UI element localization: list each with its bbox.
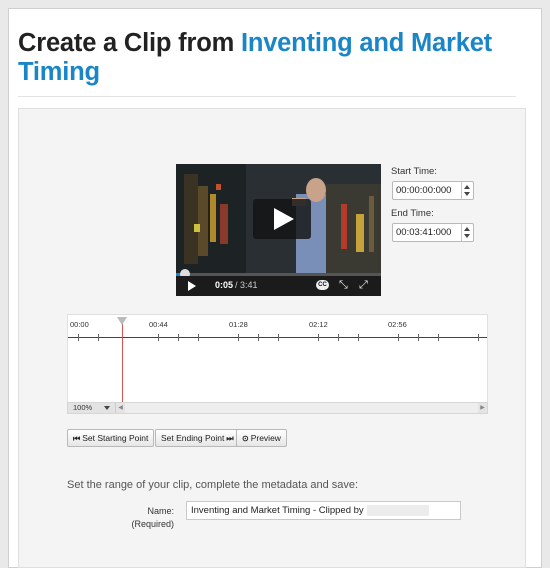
- timeline-tick: [358, 334, 359, 341]
- chevron-down-icon[interactable]: [464, 234, 470, 238]
- timeline-tick-label: 02:56: [388, 320, 407, 329]
- set-ending-point-label: Set Ending Point: [161, 433, 225, 443]
- skip-start-icon: ⏮: [73, 434, 81, 443]
- zoom-value: 100%: [73, 403, 93, 412]
- playhead-handle[interactable]: [117, 317, 127, 325]
- scroll-right-icon[interactable]: ▶: [478, 403, 487, 413]
- zoom-select[interactable]: 100%: [68, 403, 116, 413]
- timeline-tick: [418, 334, 419, 341]
- clip-instructions: Set the range of your clip, complete the…: [67, 479, 359, 491]
- fullscreen-icon[interactable]: ⤢: [359, 279, 368, 291]
- timeline-tick: [478, 334, 479, 341]
- start-time-field[interactable]: [392, 181, 474, 200]
- chevron-down-icon[interactable]: [464, 192, 470, 196]
- skip-end-icon: ⏭: [226, 434, 234, 443]
- timeline-tick: [178, 334, 179, 341]
- timeline-tick: [338, 334, 339, 341]
- end-time-field[interactable]: [392, 223, 474, 242]
- page-title: Create a Clip from Inventing and Market …: [18, 29, 518, 87]
- name-input[interactable]: [187, 502, 369, 519]
- preview-label: Preview: [250, 433, 281, 443]
- title-prefix: Create a Clip from: [18, 29, 241, 57]
- timeline-tick: [98, 334, 99, 341]
- timeline-tick-label: 00:44: [149, 320, 168, 329]
- name-label: Name: (Required): [118, 505, 174, 531]
- set-ending-point-button[interactable]: Set Ending Point ⏭: [155, 429, 240, 447]
- set-starting-point-button[interactable]: ⏮ Set Starting Point: [67, 429, 155, 447]
- chevron-down-icon: [104, 406, 110, 410]
- preview-icon: ⊙: [242, 434, 249, 443]
- name-label-text: Name:: [147, 506, 174, 516]
- clip-timeline[interactable]: 00:00 00:44 01:28 02:12 02:56: [67, 314, 488, 414]
- current-time: 0:05: [215, 280, 234, 290]
- timeline-scrollbar[interactable]: 100% ◀ ▶: [67, 402, 488, 414]
- timeline-tick-label: 01:28: [229, 320, 248, 329]
- chevron-up-icon[interactable]: [464, 227, 470, 231]
- closed-captions-icon[interactable]: CC: [316, 280, 329, 290]
- timeline-tick: [198, 334, 199, 341]
- play-icon[interactable]: [188, 281, 196, 291]
- timeline-tick: [158, 334, 159, 341]
- timeline-tick: [258, 334, 259, 341]
- timeline-tick-label: 02:12: [309, 320, 328, 329]
- start-time-label: Start Time:: [391, 166, 437, 177]
- start-time-input[interactable]: [393, 182, 464, 199]
- timeline-tick: [238, 334, 239, 341]
- end-time-stepper[interactable]: [461, 224, 473, 241]
- shrink-icon[interactable]: ⤡: [339, 279, 348, 291]
- redacted-username: [367, 505, 429, 516]
- timeline-tick-label: 00:00: [70, 320, 89, 329]
- name-field[interactable]: [186, 501, 461, 520]
- playhead-line: [122, 321, 123, 413]
- chevron-up-icon[interactable]: [464, 185, 470, 189]
- required-label: (Required): [131, 519, 174, 529]
- end-time-label: End Time:: [391, 208, 434, 219]
- title-divider: [18, 96, 516, 97]
- set-starting-point-label: Set Starting Point: [82, 433, 149, 443]
- timeline-tick: [78, 334, 79, 341]
- start-time-stepper[interactable]: [461, 182, 473, 199]
- timeline-tick: [318, 334, 319, 341]
- timeline-tick: [398, 334, 399, 341]
- timeline-tick: [278, 334, 279, 341]
- scroll-left-icon[interactable]: ◀: [116, 403, 125, 413]
- preview-button[interactable]: ⊙ Preview: [236, 429, 287, 447]
- clip-editor-panel: 0:05 / 3:41 CC ⤡ ⤢ Start Time: End Time:…: [18, 108, 526, 568]
- end-time-input[interactable]: [393, 224, 464, 241]
- video-control-bar: 0:05 / 3:41 CC ⤡ ⤢: [176, 276, 381, 296]
- timeline-tick: [438, 334, 439, 341]
- video-player[interactable]: 0:05 / 3:41 CC ⤡ ⤢: [176, 164, 381, 296]
- total-time: / 3:41: [235, 280, 258, 290]
- big-play-button[interactable]: [253, 199, 311, 239]
